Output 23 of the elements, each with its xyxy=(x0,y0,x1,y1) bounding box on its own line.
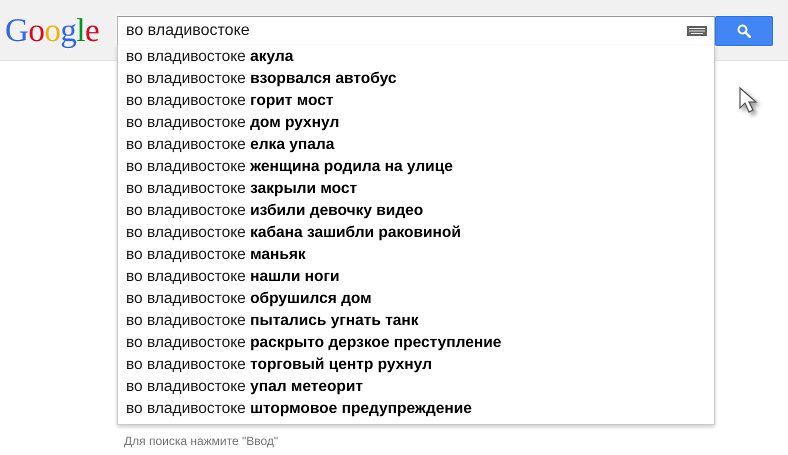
suggestion-item[interactable]: во владивостоке горит мост xyxy=(118,90,714,112)
search-icon xyxy=(737,24,751,38)
suggestion-item[interactable]: во владивостоке упал метеорит xyxy=(118,376,714,398)
suggestion-item[interactable]: во владивостоке раскрыто дерзкое преступление xyxy=(118,332,714,354)
suggestion-item[interactable]: во владивостоке маньяк xyxy=(118,244,714,266)
logo[interactable]: Google xyxy=(5,14,111,48)
suggestion-item[interactable]: во владивостоке елка упала xyxy=(118,134,714,156)
suggestion-item[interactable]: во владивостоке дом рухнул xyxy=(118,112,714,134)
suggestion-item[interactable]: во владивостоке женщина родила на улице xyxy=(118,156,714,178)
suggestion-item[interactable]: во владивостоке избили девочку видео xyxy=(118,200,714,222)
suggestion-item[interactable]: во владивостоке взорвался автобус xyxy=(118,68,714,90)
suggestion-item[interactable]: во владивостоке торговый центр рухнул xyxy=(118,354,714,376)
suggestion-item[interactable]: во владивостоке кабана зашибли раковиной xyxy=(118,222,714,244)
suggestion-item[interactable]: во владивостоке пытались угнать танк xyxy=(118,310,714,332)
suggestion-item[interactable]: во владивостоке закрыли мост xyxy=(118,178,714,200)
suggestion-item[interactable]: во владивостоке обрушился дом xyxy=(118,288,714,310)
keyboard-icon[interactable] xyxy=(687,26,707,36)
hint-text: Для поиска нажмите "Ввод" xyxy=(124,433,278,450)
suggestion-item[interactable]: во владивостоке нашли ноги xyxy=(118,266,714,288)
search-field[interactable]: во владивостоке xyxy=(117,16,715,46)
search-button[interactable] xyxy=(715,16,773,46)
suggestion-item[interactable]: во владивостоке акула xyxy=(118,46,714,68)
suggestion-item[interactable]: во владивостоке штормовое предупреждение xyxy=(118,398,714,420)
